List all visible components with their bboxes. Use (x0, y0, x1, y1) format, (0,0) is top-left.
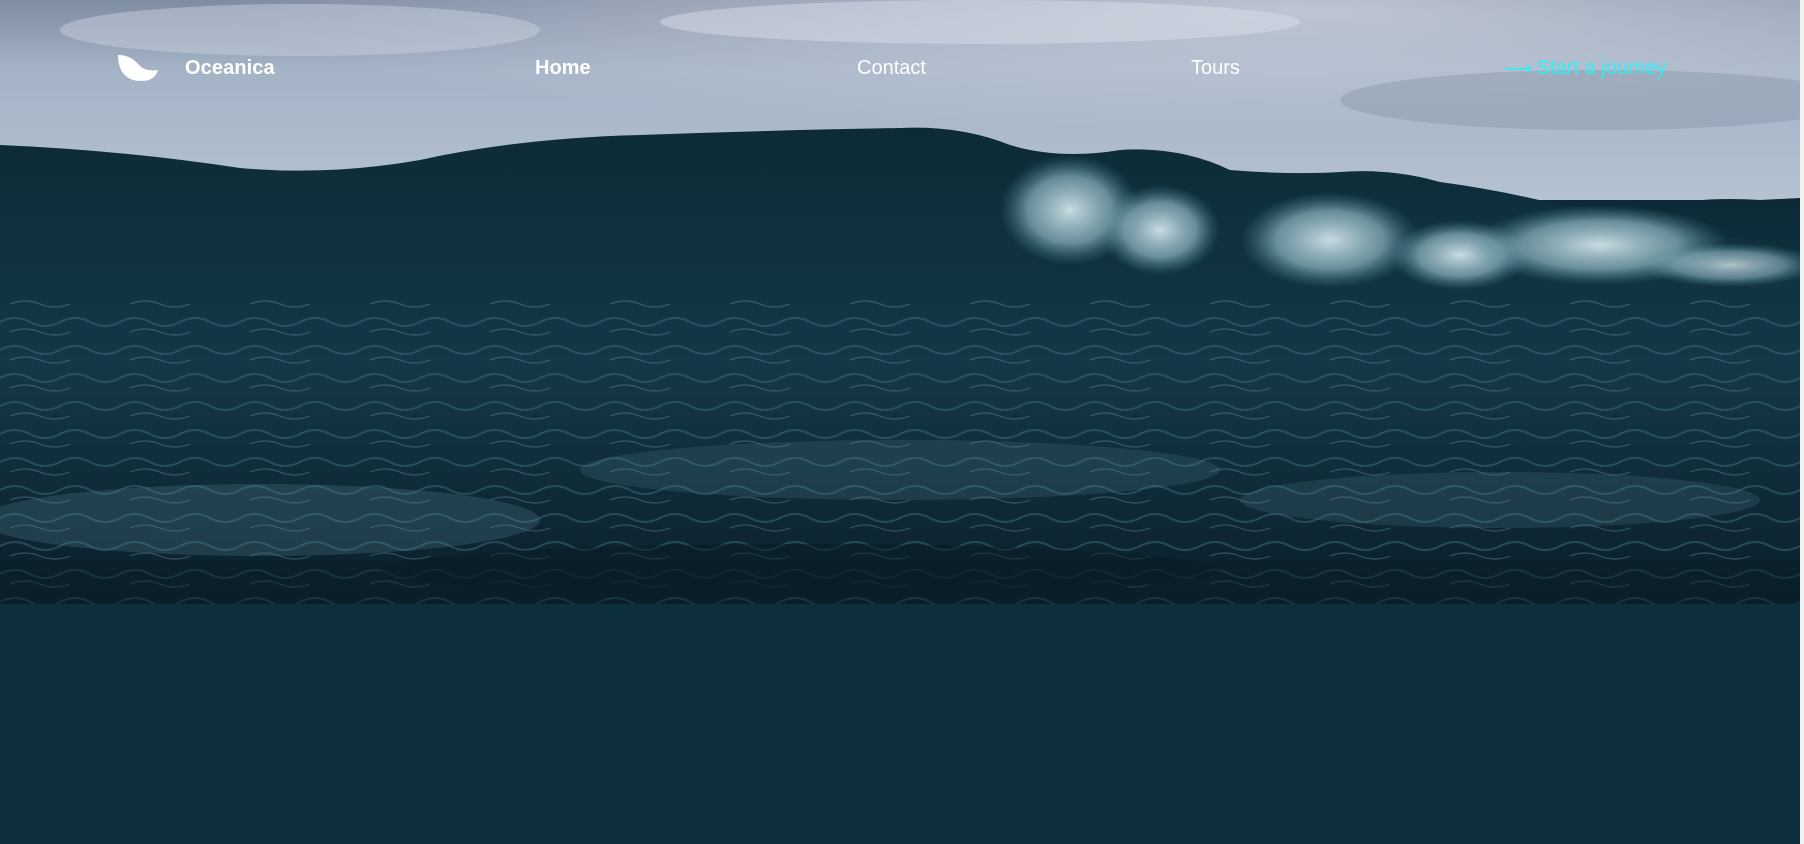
nav-link-home[interactable]: Home (535, 57, 591, 80)
arrow-right-icon: ⟶ (1504, 57, 1533, 80)
nav-link-tours[interactable]: Tours (1191, 57, 1240, 80)
wave-leaf-icon (118, 55, 158, 81)
start-journey-link[interactable]: ⟶ Start a journey (1504, 57, 1667, 80)
viewport: Oceanica Home Contact Tours ⟶ Start a jo… (0, 0, 1800, 844)
brand-link[interactable]: Oceanica (117, 52, 275, 84)
page: Oceanica Home Contact Tours ⟶ Start a jo… (0, 0, 1804, 844)
brand-name: Oceanica (185, 56, 275, 79)
start-journey-label: Start a journey (1536, 57, 1667, 79)
scrollbar-gutter (1800, 0, 1804, 844)
top-navigation: Oceanica Home Contact Tours ⟶ Start a jo… (0, 0, 1800, 140)
nav-link-contact[interactable]: Contact (857, 57, 926, 80)
